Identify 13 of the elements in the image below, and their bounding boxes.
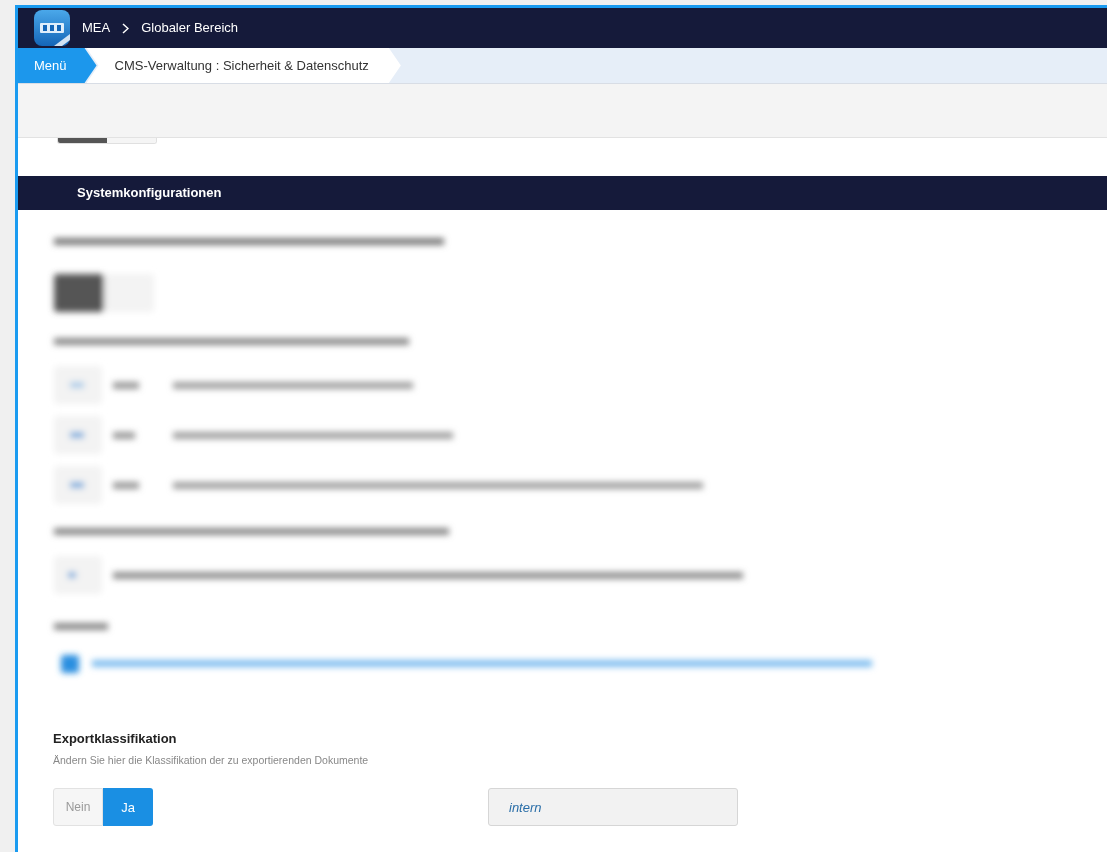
section-title: Systemkonfigurationen bbox=[77, 184, 222, 203]
toggle-option[interactable]: Nein bbox=[53, 788, 103, 827]
logo-icon bbox=[34, 10, 70, 46]
nav-tab[interactable]: Menü bbox=[18, 48, 97, 83]
toggle-option[interactable]: Ja bbox=[103, 788, 153, 827]
chevron-icon bbox=[122, 22, 130, 34]
segmented-control[interactable] bbox=[57, 138, 157, 144]
classification-field[interactable]: intern bbox=[488, 788, 738, 827]
breadcrumb-link[interactable]: MEA bbox=[82, 18, 111, 38]
export-description: Ändern Sie hier die Klassifikation der zu exportierenden Dokumente bbox=[53, 752, 370, 768]
nav-tab[interactable]: CMS-Verwaltung : Sicherheit & Datenschutz bbox=[86, 48, 401, 83]
breadcrumb-link[interactable]: Globaler Bereich bbox=[141, 18, 238, 38]
export-title: Exportklassifikation bbox=[53, 730, 178, 748]
